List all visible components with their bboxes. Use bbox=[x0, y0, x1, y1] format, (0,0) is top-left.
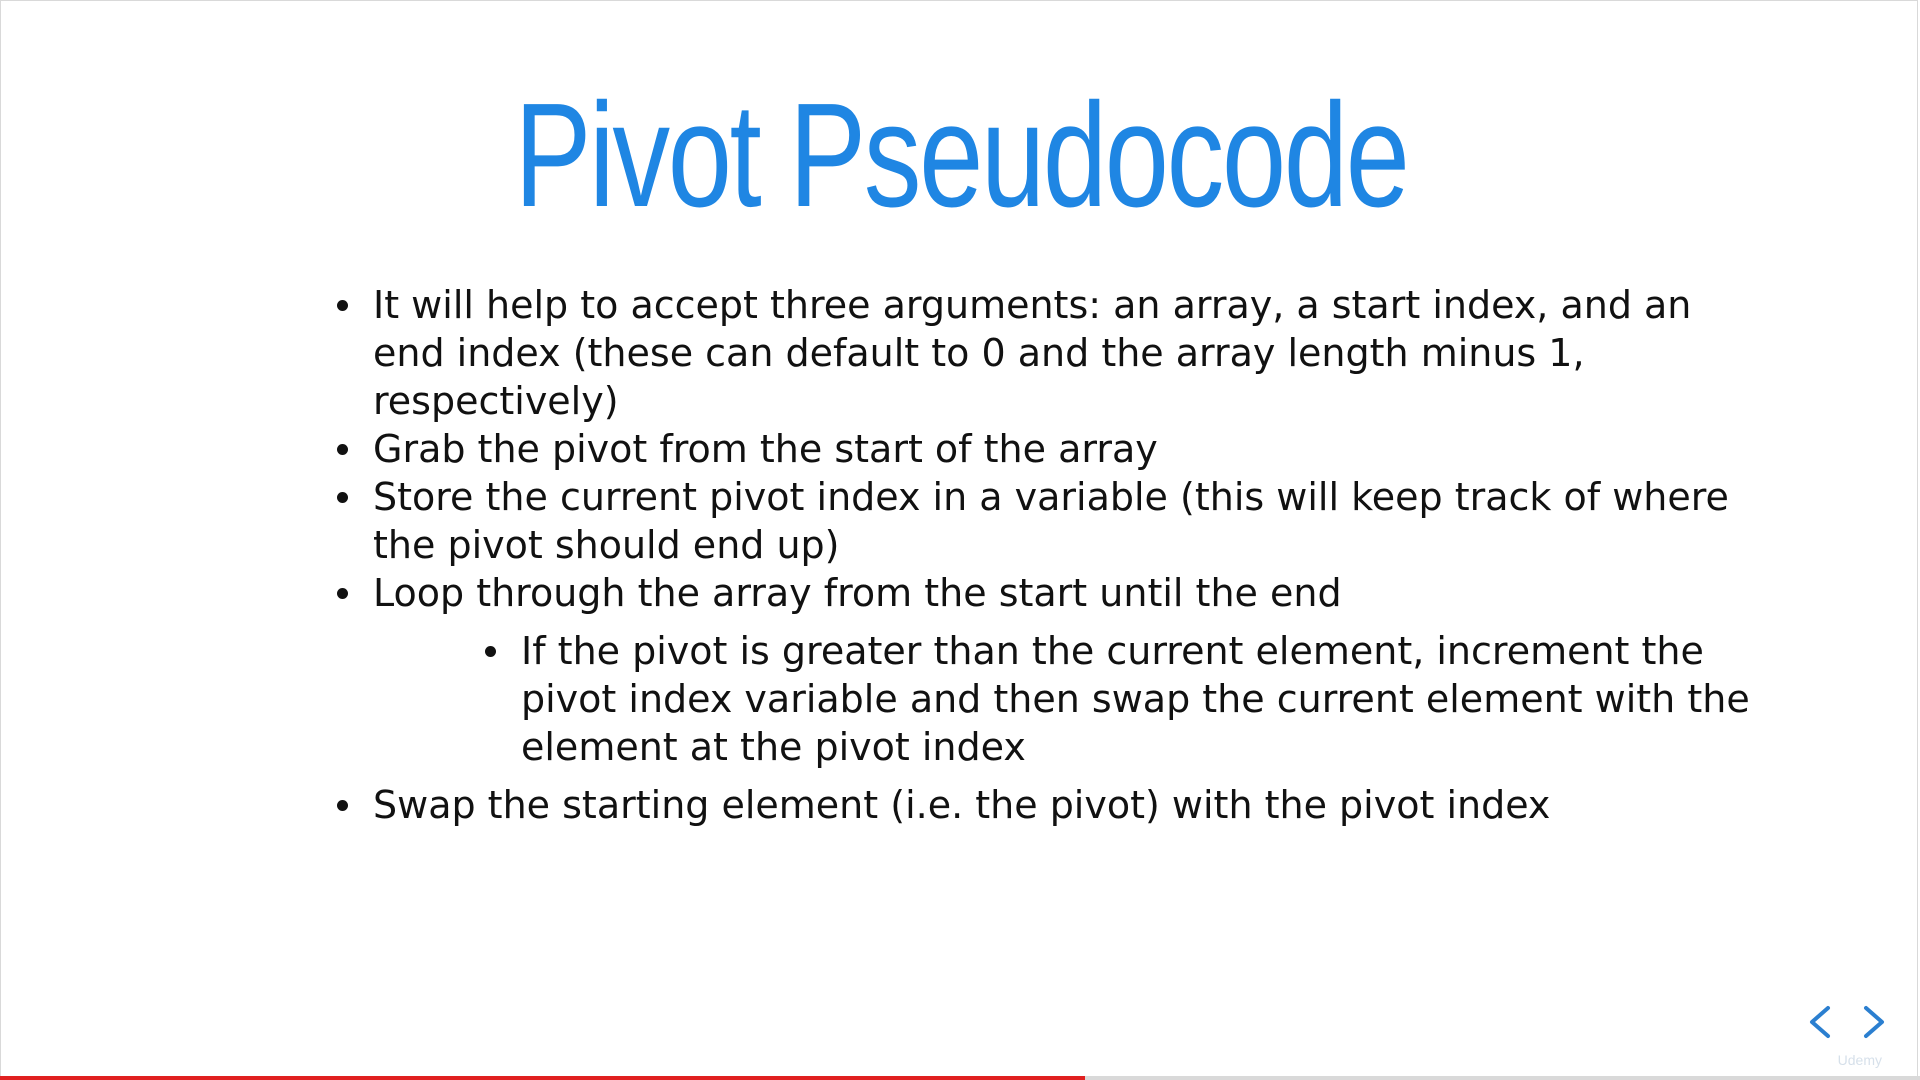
slide-navigation bbox=[1802, 1002, 1892, 1052]
chevron-right-icon bbox=[1864, 1006, 1884, 1038]
bullet-item: Swap the starting element (i.e. the pivo… bbox=[331, 781, 1751, 829]
bullet-text: Loop through the array from the start un… bbox=[373, 571, 1342, 615]
bullet-text: Grab the pivot from the start of the arr… bbox=[373, 427, 1158, 471]
sub-bullet-list: If the pivot is greater than the current… bbox=[373, 627, 1751, 771]
bullet-item: Store the current pivot index in a varia… bbox=[331, 473, 1751, 569]
bullet-dot-icon bbox=[337, 492, 348, 503]
bullet-list: It will help to accept three arguments: … bbox=[331, 281, 1751, 829]
sub-bullet-dot-icon bbox=[485, 646, 496, 657]
udemy-logo: Udemy bbox=[1837, 1052, 1882, 1068]
chevron-left-icon bbox=[1810, 1006, 1830, 1038]
slide-title: Pivot Pseudocode bbox=[514, 73, 1409, 238]
bullet-dot-icon bbox=[337, 300, 348, 311]
bullet-item: Grab the pivot from the start of the arr… bbox=[331, 425, 1751, 473]
bullet-text: Store the current pivot index in a varia… bbox=[373, 475, 1729, 567]
slide: Pivot Pseudocode It will help to accept … bbox=[0, 0, 1918, 1077]
slide-content: It will help to accept three arguments: … bbox=[331, 281, 1751, 829]
bullet-text: Swap the starting element (i.e. the pivo… bbox=[373, 783, 1551, 827]
next-slide-button[interactable] bbox=[1856, 1002, 1892, 1042]
previous-slide-button[interactable] bbox=[1802, 1002, 1838, 1042]
bullet-dot-icon bbox=[337, 588, 348, 599]
video-progress-bar[interactable] bbox=[0, 1076, 1920, 1080]
bullet-text: It will help to accept three arguments: … bbox=[373, 283, 1692, 423]
bullet-dot-icon bbox=[337, 444, 348, 455]
video-progress-fill bbox=[0, 1076, 1085, 1080]
bullet-item: It will help to accept three arguments: … bbox=[331, 281, 1751, 425]
bullet-item: Loop through the array from the start un… bbox=[331, 569, 1751, 771]
bullet-dot-icon bbox=[337, 800, 348, 811]
sub-bullet-item: If the pivot is greater than the current… bbox=[479, 627, 1751, 771]
sub-bullet-text: If the pivot is greater than the current… bbox=[521, 629, 1750, 769]
